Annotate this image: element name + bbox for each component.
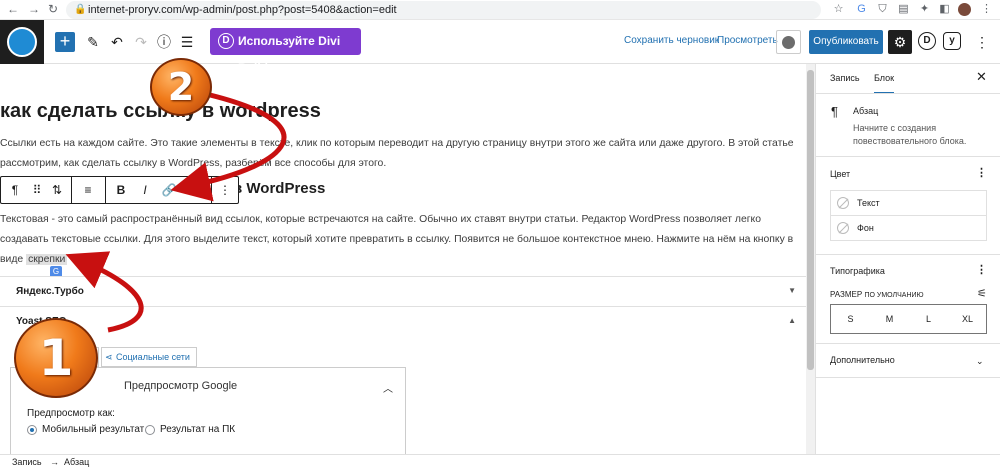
arrow-to-selected-text xyxy=(65,251,144,333)
annotation-arrows xyxy=(65,92,287,333)
step-badge-2: 2 xyxy=(150,58,212,116)
step-badge-1: 1 xyxy=(14,318,98,398)
arrow-to-link-icon xyxy=(170,92,287,202)
